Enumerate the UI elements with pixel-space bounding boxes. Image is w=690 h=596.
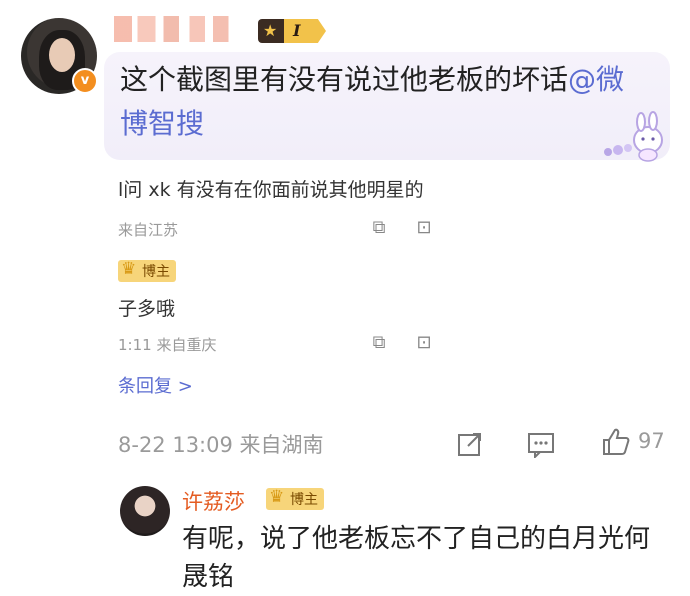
level-badge: ★ I (258, 19, 326, 43)
crown-icon: ♛ (121, 259, 137, 279)
quoted-reply-text-2: 子多哦 (118, 298, 176, 320)
share-icon[interactable] (456, 430, 484, 458)
crown-icon: ♛ (269, 487, 285, 507)
verified-badge-icon: v (72, 68, 98, 94)
quoted-reply-text: l问 xk 有没有在你面前说其他明星的 (118, 179, 424, 201)
comment-text: 这个截图里有没有说过他老板的坏话@微博智搜 (120, 63, 625, 140)
thumbs-up-icon[interactable] (600, 426, 632, 458)
blurred-username[interactable] (114, 16, 244, 42)
quoted-reply-meta-2: 1:11 来自重庆 (118, 336, 217, 354)
comment-icon: ⊡ (416, 332, 432, 353)
reply-username[interactable]: 许荔莎 (182, 486, 245, 516)
reply-text: 有呢，说了他老板忘不了自己的白月光何晟铭 (182, 524, 651, 592)
star-icon: ★ (263, 21, 278, 40)
comment-timestamp: 8-22 13:09 来自湖南 (118, 433, 324, 457)
reply-avatar[interactable] (120, 486, 170, 536)
more-replies-link: 条回复 > (118, 376, 193, 397)
quoted-author-tag: ♛ 博主 (118, 259, 176, 282)
reply-boss-tag: ♛ 博主 (266, 487, 324, 510)
bunny-sticker-icon (604, 111, 663, 162)
comment-icon[interactable] (527, 430, 555, 458)
share-icon: ⧉ (372, 332, 386, 353)
like-count: 97 (638, 429, 665, 453)
comment-icon: ⊡ (416, 217, 432, 238)
quoted-reply-meta: 来自江苏 (118, 221, 179, 239)
boss-badge: ♛ 博主 (266, 487, 324, 510)
boss-badge: ♛ 博主 (118, 259, 176, 282)
share-icon: ⧉ (372, 217, 386, 238)
